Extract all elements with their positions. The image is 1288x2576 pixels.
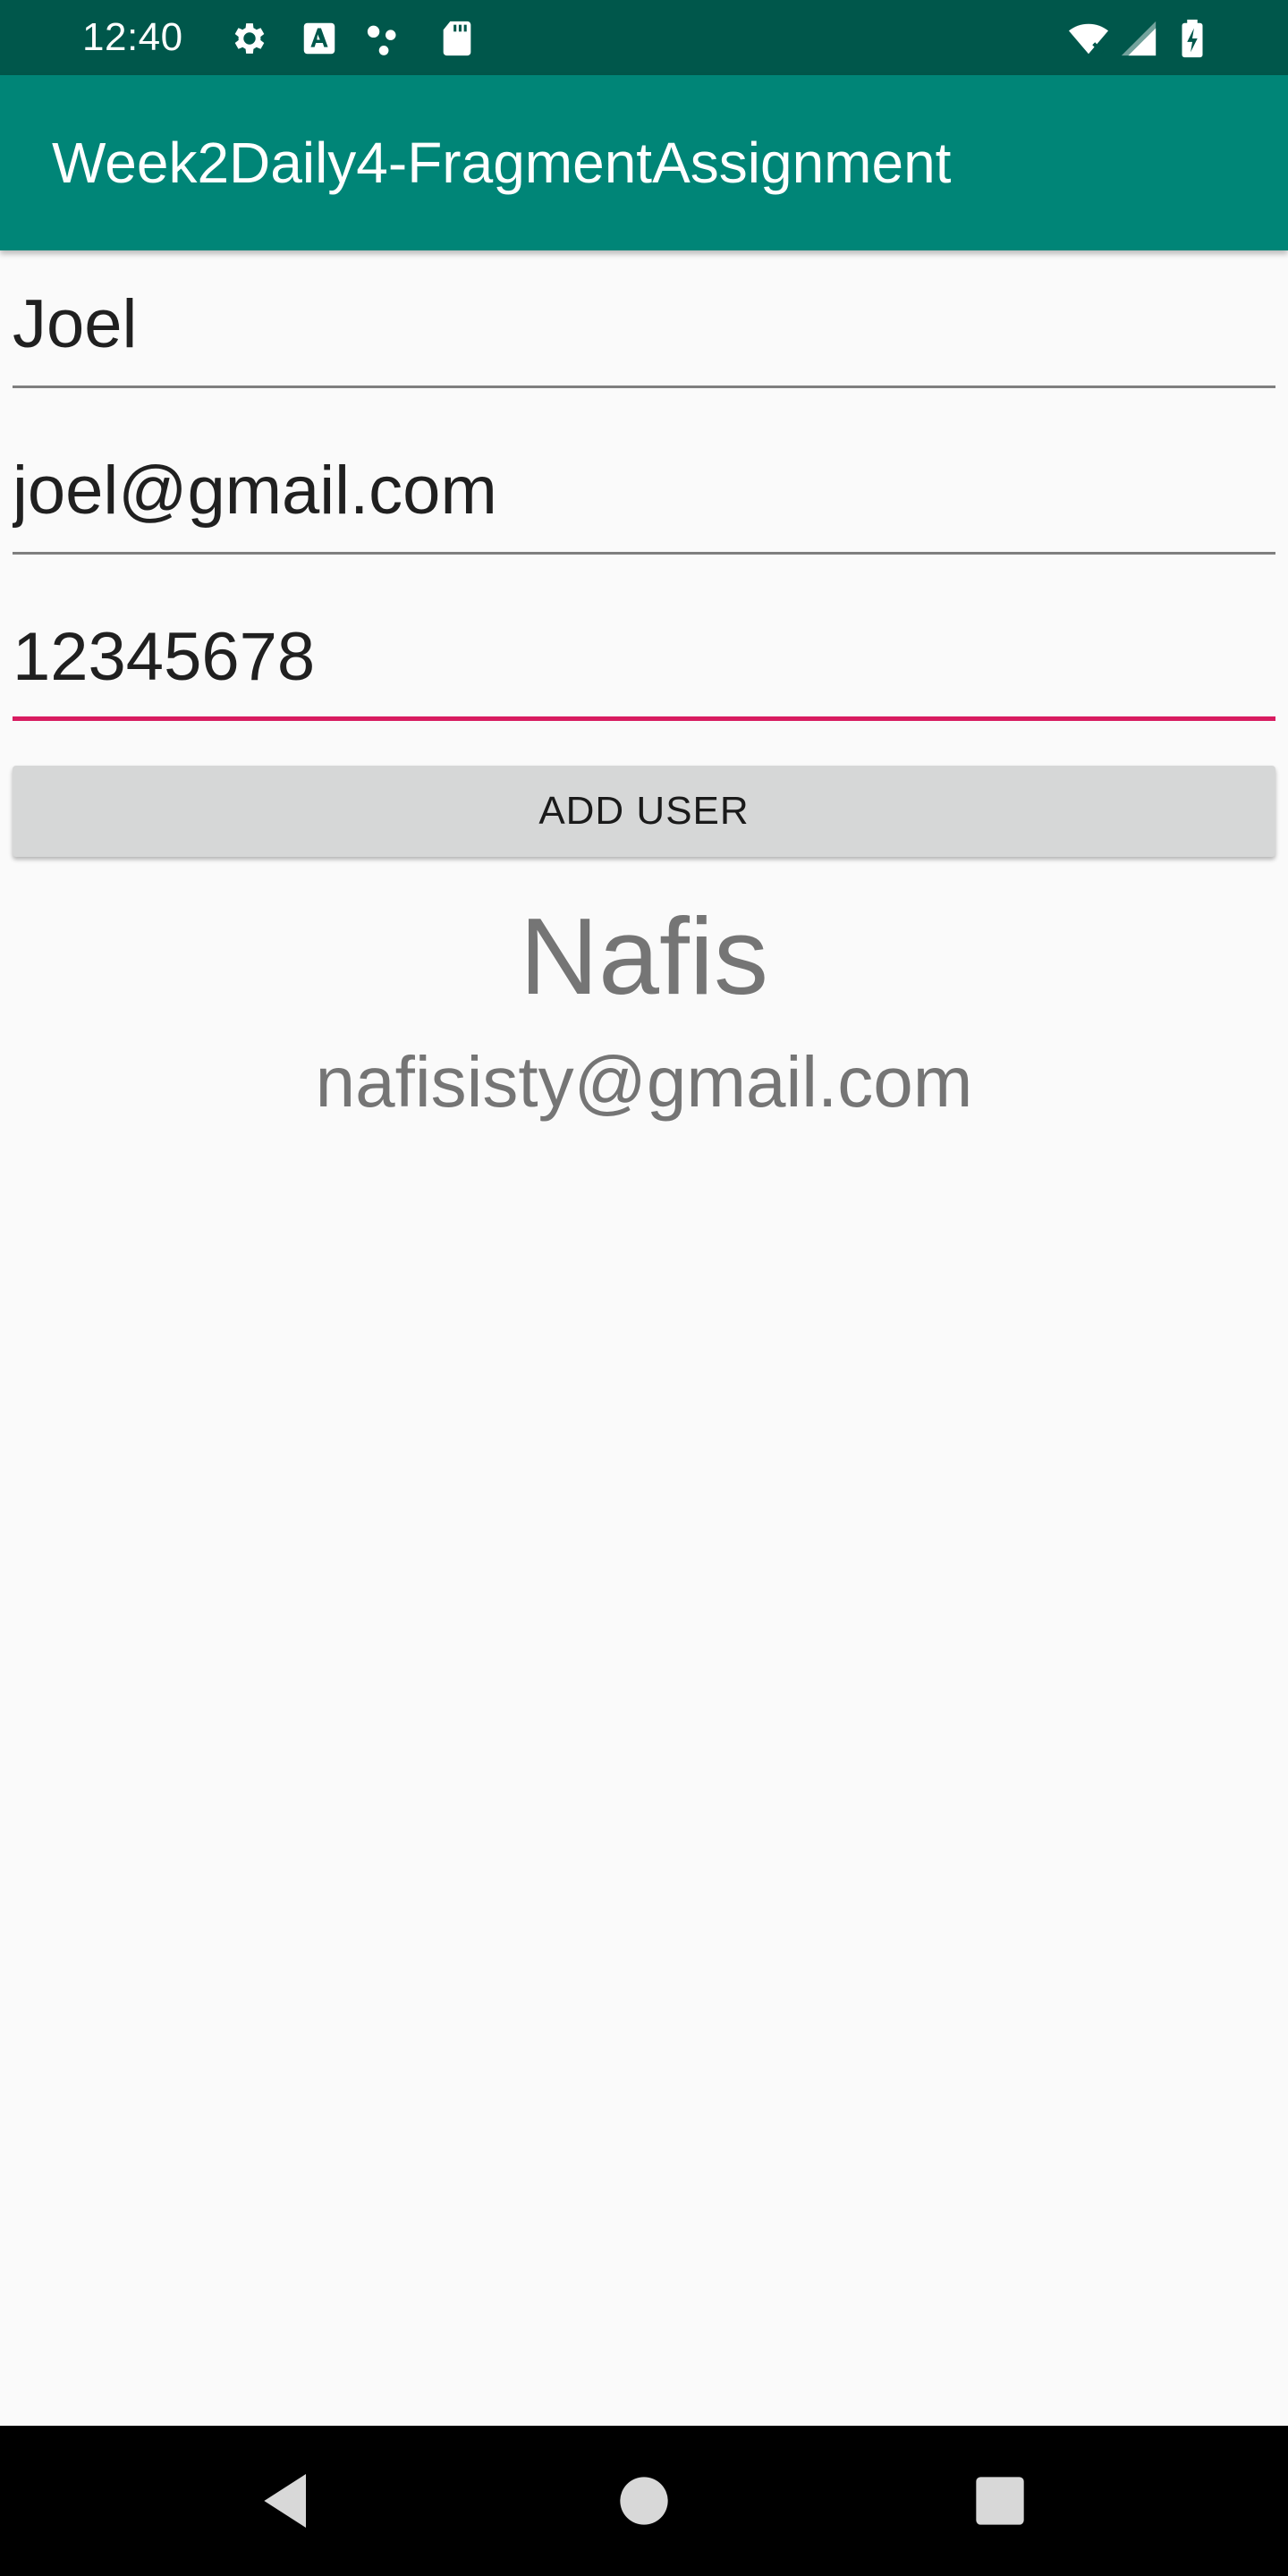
back-icon[interactable] [252, 2465, 324, 2537]
status-time: 12:40 [82, 15, 183, 59]
email-field[interactable] [13, 438, 1275, 555]
name-field[interactable] [13, 272, 1275, 388]
email-underline [13, 552, 1275, 555]
user-name: Nafis [520, 895, 768, 1017]
name-input[interactable] [13, 272, 1275, 376]
home-icon[interactable] [608, 2465, 680, 2537]
font-a-icon [299, 18, 340, 59]
wifi-off-icon [1064, 18, 1113, 59]
recents-icon[interactable] [964, 2465, 1036, 2537]
navigation-bar [0, 2426, 1288, 2576]
app-title: Week2Daily4-FragmentAssignment [52, 131, 952, 195]
app-bar: Week2Daily4-FragmentAssignment [0, 75, 1288, 250]
dots-icon [365, 18, 406, 59]
sd-card-icon [436, 18, 478, 59]
add-user-button[interactable]: ADD USER [13, 766, 1275, 857]
battery-charging-icon [1172, 18, 1213, 59]
email-input[interactable] [13, 438, 1275, 542]
number-field[interactable] [13, 605, 1275, 721]
cell-signal-icon [1118, 18, 1159, 59]
settings-icon [229, 18, 270, 59]
number-input[interactable] [13, 605, 1275, 708]
status-bar: 12:40 [0, 0, 1288, 75]
number-underline [13, 716, 1275, 721]
name-underline [13, 386, 1275, 388]
user-email: nafisisty@gmail.com [315, 1042, 973, 1122]
